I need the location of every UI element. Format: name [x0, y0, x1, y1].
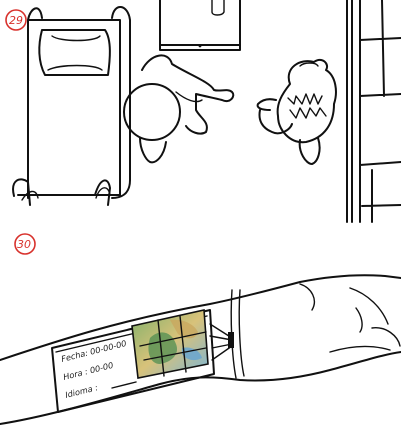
date-label: Fecha: 00-00-00 — [60, 338, 127, 364]
time-label: Hora : 00-00 — [62, 360, 114, 382]
device-strap-clip — [228, 332, 234, 348]
cabinet — [159, 0, 241, 51]
map-screen — [131, 309, 209, 379]
panel-29-drawing: 29 — [5, 0, 401, 223]
character-right — [256, 58, 337, 165]
panel-30-drawing: 30 Fecha: 00-00-00 Hora : 00-00 Idioma: — [0, 233, 401, 425]
comic-panel-29: 29 — [0, 0, 401, 228]
panel-number-badge: 29 — [5, 9, 27, 31]
window-frame — [346, 0, 401, 223]
panel-number: 29 — [9, 14, 23, 27]
comic-panel-30: 30 Fecha: 00-00-00 Hora : 00-00 Idioma: — [0, 228, 401, 448]
panel-number-badge: 30 — [14, 233, 36, 255]
bed — [12, 6, 131, 206]
character-left — [123, 54, 235, 164]
language-label: Idioma : — [64, 382, 99, 400]
panel-number: 30 — [17, 238, 31, 251]
screen-text: Fecha: 00-00-00 Hora : 00-00 Idioma : — [60, 338, 137, 400]
